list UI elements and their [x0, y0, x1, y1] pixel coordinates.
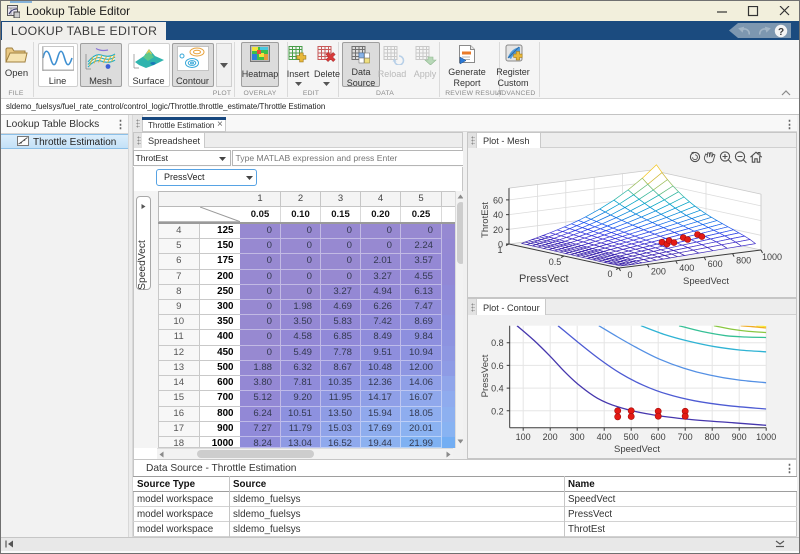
svg-text:PressVect: PressVect	[519, 273, 569, 285]
svg-text:0: 0	[607, 269, 612, 279]
svg-text:400: 400	[597, 432, 612, 442]
svg-text:100: 100	[516, 432, 531, 442]
svg-text:0.8: 0.8	[491, 338, 504, 348]
svg-text:PressVect: PressVect	[480, 354, 491, 397]
svg-text:0: 0	[627, 270, 632, 280]
svg-text:800: 800	[736, 256, 751, 266]
svg-text:40: 40	[493, 210, 503, 220]
svg-text:0.4: 0.4	[491, 384, 504, 394]
svg-text:400: 400	[679, 263, 694, 273]
svg-text:SpeedVect: SpeedVect	[614, 444, 660, 455]
svg-text:0.6: 0.6	[491, 361, 504, 371]
svg-text:ThrotEst: ThrotEst	[480, 202, 491, 238]
svg-text:200: 200	[543, 432, 558, 442]
svg-text:20: 20	[493, 225, 503, 235]
svg-text:600: 600	[708, 259, 723, 269]
svg-text:1: 1	[497, 245, 502, 255]
svg-text:0.2: 0.2	[491, 406, 504, 416]
svg-text:700: 700	[678, 432, 693, 442]
svg-text:1000: 1000	[756, 432, 776, 442]
svg-text:?: ?	[778, 27, 784, 38]
svg-text:600: 600	[651, 432, 666, 442]
svg-text:60: 60	[493, 195, 503, 205]
svg-text:300: 300	[570, 432, 585, 442]
svg-text:1000: 1000	[762, 252, 782, 262]
svg-text:SpeedVect: SpeedVect	[683, 276, 729, 287]
svg-text:900: 900	[732, 432, 747, 442]
svg-text:500: 500	[624, 432, 639, 442]
svg-text:0.5: 0.5	[549, 257, 562, 267]
svg-text:800: 800	[705, 432, 720, 442]
svg-text:200: 200	[651, 266, 666, 276]
